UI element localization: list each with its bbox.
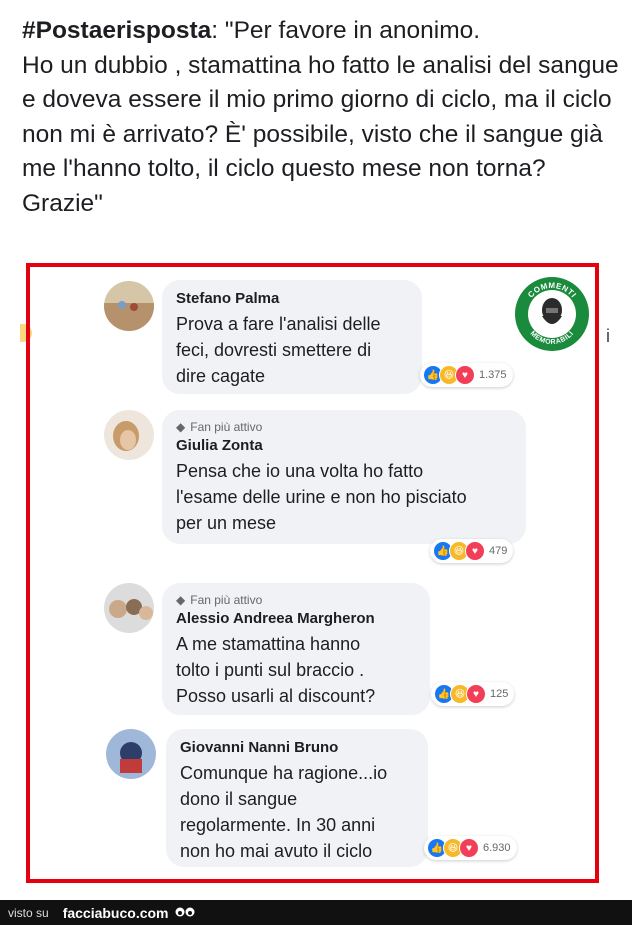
footer-site-link[interactable]: facciabuco.com: [63, 905, 169, 921]
love-icon: ♥: [459, 838, 479, 858]
love-icon: ♥: [465, 541, 485, 561]
eyes-icon: [175, 907, 195, 916]
reactions-summary[interactable]: 👍 😆 ♥ 1.375: [420, 363, 513, 387]
comment-author[interactable]: Giovanni Nanni Bruno: [180, 739, 414, 756]
reactions-summary[interactable]: 👍 😆 ♥ 6.930: [424, 836, 517, 860]
comment-bubble: Giovanni Nanni Bruno Comunque ha ragione…: [166, 729, 428, 867]
side-info-fragment: i: [606, 326, 610, 346]
commenti-memorabili-logo: COMMENTI MEMORABILI: [515, 277, 589, 351]
comment-author[interactable]: Stefano Palma: [176, 290, 408, 307]
profile-photo-icon: [104, 281, 154, 331]
reaction-count: 1.375: [479, 369, 507, 381]
avatar[interactable]: [104, 281, 154, 331]
post-hashtag: #Postaerisposta: [22, 17, 212, 44]
comment-text: Comunque ha ragione...io dono il sangue …: [180, 763, 388, 861]
comment-bubble: ◆ Fan più attivo Giulia Zonta Pensa che i…: [162, 410, 526, 544]
profile-photo-icon: [104, 410, 154, 460]
avatar[interactable]: [104, 410, 154, 460]
reaction-count: 6.930: [483, 842, 511, 854]
diamond-icon: ◆: [176, 420, 186, 434]
comment-text: Prova a fare l'analisi delle feci, dovre…: [176, 314, 381, 386]
reaction-count: 479: [489, 545, 508, 557]
watermark-footer: visto su facciabuco.com: [0, 900, 632, 925]
post-body: : "Per favore in anonimo. Ho un dubbio ,…: [22, 17, 619, 217]
reactions-summary[interactable]: 👍 😆 ♥ 125: [431, 682, 515, 706]
diamond-icon: ◆: [176, 593, 186, 607]
comment-bubble: Stefano Palma Prova a fare l'analisi del…: [162, 280, 422, 394]
top-fan-badge: ◆ Fan più attivo: [176, 593, 263, 607]
comment-author[interactable]: Alessio Andreea Margheron: [176, 610, 416, 627]
footer-visto-text: visto su: [8, 905, 49, 920]
comment-text: Pensa che io una volta ho fatto l'esame …: [176, 461, 467, 533]
avatar[interactable]: [106, 729, 156, 779]
top-fan-badge: ◆ Fan più attivo: [176, 420, 263, 434]
love-icon: ♥: [455, 365, 475, 385]
profile-photo-icon: [104, 583, 154, 633]
love-icon: ♥: [466, 684, 486, 704]
reactions-summary[interactable]: 👍 😆 ♥ 479: [430, 539, 514, 563]
profile-photo-icon: [106, 729, 156, 779]
comment-text: A me stamattina hanno tolto i punti sul …: [176, 634, 376, 706]
reaction-count: 125: [490, 688, 509, 700]
comment-bubble: ◆ Fan più attivo Alessio Andreea Marghero…: [162, 583, 430, 715]
comment-author[interactable]: Giulia Zonta: [176, 437, 512, 454]
post-text: #Postaerisposta: "Per favore in anonimo.…: [22, 14, 622, 221]
avatar[interactable]: [104, 583, 154, 633]
